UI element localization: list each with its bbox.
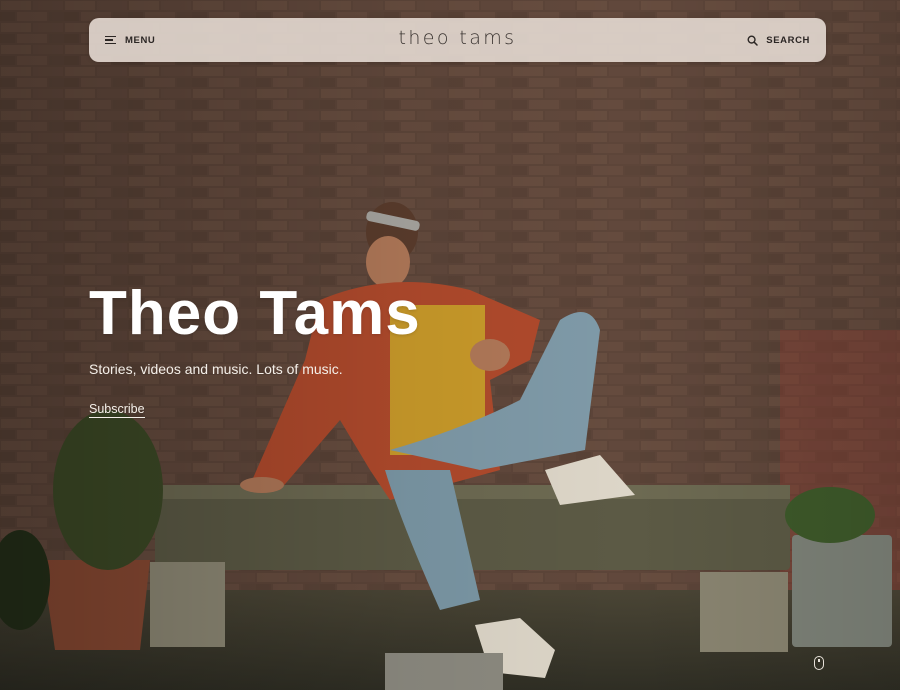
subscribe-link[interactable]: Subscribe [89, 402, 145, 418]
search-label: SEARCH [766, 34, 810, 46]
hero-title: Theo Tams [89, 279, 421, 348]
hero-subtitle: Stories, videos and music. Lots of music… [89, 361, 343, 377]
mouse-scroll-icon[interactable] [814, 656, 824, 670]
search-icon [747, 34, 759, 46]
site-logo[interactable]: theo tams [89, 27, 826, 49]
top-navbar: MENU theo tams SEARCH [89, 18, 826, 62]
search-button[interactable]: SEARCH [747, 30, 810, 50]
